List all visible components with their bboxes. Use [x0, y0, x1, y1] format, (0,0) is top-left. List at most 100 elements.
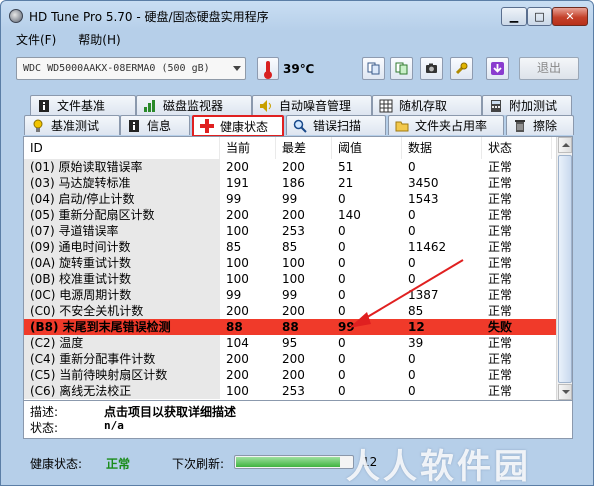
- table-row[interactable]: (0A) 旋转重试计数 100 100 0 0 正常: [24, 255, 572, 271]
- cell-status: 正常: [488, 288, 513, 302]
- vertical-scrollbar[interactable]: [556, 137, 572, 400]
- cell-data: 0: [408, 272, 416, 286]
- tab-benchmark[interactable]: 基准测试: [24, 115, 120, 135]
- maximize-icon: □: [534, 10, 545, 23]
- cell-id: (C4) 重新分配事件计数: [24, 351, 220, 367]
- cell-status: 正常: [488, 224, 513, 238]
- cell-data: 0: [408, 208, 416, 222]
- table-row[interactable]: (C2) 温度 104 95 0 39 正常: [24, 335, 572, 351]
- table-body: (01) 原始读取错误率 200 200 51 0 正常 (03) 马达旋转标准 191 186…: [24, 159, 572, 401]
- cell-data: 12: [408, 320, 425, 334]
- cell-threshold: 140: [338, 208, 361, 222]
- cell-current: 88: [226, 320, 243, 334]
- cell-id: (04) 启动/停止计数: [24, 191, 220, 207]
- cell-worst: 200: [282, 368, 305, 382]
- tab-noise-management[interactable]: 自动噪音管理: [252, 95, 372, 115]
- cell-worst: 200: [282, 160, 305, 174]
- table-row[interactable]: (0B) 校准重试计数 100 100 0 0 正常: [24, 271, 572, 287]
- column-header-data[interactable]: 数据: [402, 137, 482, 159]
- close-button[interactable]: ✕: [552, 7, 588, 26]
- tab-folder-usage[interactable]: 文件夹占用率: [388, 115, 504, 135]
- scroll-up-button[interactable]: [558, 137, 572, 153]
- save-button[interactable]: [486, 57, 509, 80]
- copy-screenshot-button[interactable]: [390, 57, 413, 80]
- table-row[interactable]: (03) 马达旋转标准 191 186 21 3450 正常: [24, 175, 572, 191]
- cell-id: (01) 原始读取错误率: [24, 159, 220, 175]
- tab-label: 磁盘监视器: [163, 99, 224, 113]
- red-cross-icon: [200, 119, 214, 133]
- tab-info[interactable]: 信息: [120, 115, 190, 135]
- window-title: HD Tune Pro 5.70 - 硬盘/固态硬盘实用程序: [29, 10, 269, 24]
- cell-threshold: 0: [338, 240, 346, 254]
- cell-threshold: 0: [338, 304, 346, 318]
- table-row[interactable]: (04) 启动/停止计数 99 99 0 1543 正常: [24, 191, 572, 207]
- toolbar: WDC WD5000AAKX-08ERMA0 (500 gB) 39℃ 退出: [2, 51, 594, 89]
- cell-id: (C2) 温度: [24, 335, 220, 351]
- cell-worst: 200: [282, 304, 305, 318]
- table-row[interactable]: (09) 通电时间计数 85 85 0 11462 正常: [24, 239, 572, 255]
- refresh-progress-bar: [234, 455, 354, 469]
- drive-select[interactable]: WDC WD5000AAKX-08ERMA0 (500 gB): [16, 57, 246, 80]
- watermark-text: 人人软件园: [346, 447, 531, 486]
- column-header-worst[interactable]: 最差: [276, 137, 332, 159]
- cell-data: 0: [408, 352, 416, 366]
- health-status-value: 正常: [106, 457, 131, 471]
- minimize-button[interactable]: ▁: [501, 7, 527, 26]
- magnifier-icon: [293, 119, 307, 133]
- cell-current: 200: [226, 368, 249, 382]
- cell-id: (C0) 不安全关机计数: [24, 303, 220, 319]
- table-row[interactable]: (05) 重新分配扇区计数 200 200 140 0 正常: [24, 207, 572, 223]
- scroll-down-button[interactable]: [558, 384, 572, 400]
- minimize-icon: ▁: [509, 10, 519, 23]
- options-button[interactable]: [450, 57, 473, 80]
- tab-file-benchmark[interactable]: 文件基准: [30, 95, 136, 115]
- cell-threshold: 0: [338, 336, 346, 350]
- tab-label: 信息: [147, 119, 172, 133]
- table-row[interactable]: (0C) 电源周期计数 99 99 0 1387 正常: [24, 287, 572, 303]
- exit-button[interactable]: 退出: [519, 57, 579, 80]
- cell-current: 200: [226, 304, 249, 318]
- bar-chart-icon: [143, 99, 157, 113]
- description-label: 描述:: [30, 405, 59, 419]
- next-refresh-label: 下次刷新:: [172, 457, 225, 471]
- column-header-status[interactable]: 状态: [482, 137, 552, 159]
- table-header: ID 当前 最差 阈值 数据 状态: [24, 137, 572, 159]
- table-row[interactable]: (C0) 不安全关机计数 200 200 0 85 正常: [24, 303, 572, 319]
- cell-current: 100: [226, 256, 249, 270]
- item-status-value: n/a: [104, 419, 124, 432]
- tab-random-access[interactable]: 随机存取: [372, 95, 482, 115]
- tab-label: 基准测试: [51, 119, 100, 133]
- menu-bar: 文件(F) 帮助(H): [2, 31, 594, 49]
- cell-data: 0: [408, 368, 416, 382]
- description-panel: 描述: 点击项目以获取详细描述 状态: n/a: [23, 401, 573, 439]
- screenshot-button[interactable]: [420, 57, 443, 80]
- tab-health[interactable]: 健康状态: [192, 115, 284, 137]
- cell-id: (0B) 校准重试计数: [24, 271, 220, 287]
- info-icon: [37, 99, 51, 113]
- cell-worst: 200: [282, 208, 305, 222]
- tab-disk-monitor[interactable]: 磁盘监视器: [136, 95, 252, 115]
- column-header-current[interactable]: 当前: [220, 137, 276, 159]
- column-header-id[interactable]: ID: [24, 137, 220, 159]
- tab-error-scan[interactable]: 错误扫描: [286, 115, 386, 135]
- cell-status: 正常: [488, 384, 513, 398]
- cell-id: (09) 通电时间计数: [24, 239, 220, 255]
- column-header-threshold[interactable]: 阈值: [332, 137, 402, 159]
- temperature-readout: 39℃: [283, 62, 315, 76]
- table-row[interactable]: (C6) 离线无法校正 100 253 0 0 正常: [24, 383, 572, 399]
- copy-text-button[interactable]: [362, 57, 385, 80]
- menu-file[interactable]: 文件(F): [16, 31, 56, 49]
- table-row[interactable]: (07) 寻道错误率 100 253 0 0 正常: [24, 223, 572, 239]
- maximize-button[interactable]: □: [527, 7, 552, 26]
- tab-extra-tests[interactable]: 附加测试: [482, 95, 572, 115]
- tab-row-top: 文件基准 磁盘监视器 自动噪音管理 随机存取 附加测试: [2, 95, 594, 115]
- table-row[interactable]: (C4) 重新分配事件计数 200 200 0 0 正常: [24, 351, 572, 367]
- menu-help[interactable]: 帮助(H): [78, 31, 120, 49]
- cell-worst: 95: [282, 336, 298, 350]
- cell-id: (07) 寻道错误率: [24, 223, 220, 239]
- tab-erase[interactable]: 擦除: [506, 115, 574, 135]
- table-row[interactable]: (B8) 末尾到末尾错误检测 88 88 99 12 失败: [24, 319, 572, 335]
- table-row[interactable]: (01) 原始读取错误率 200 200 51 0 正常: [24, 159, 572, 175]
- table-row[interactable]: (C5) 当前待映射扇区计数 200 200 0 0 正常: [24, 367, 572, 383]
- scroll-thumb[interactable]: [558, 155, 572, 383]
